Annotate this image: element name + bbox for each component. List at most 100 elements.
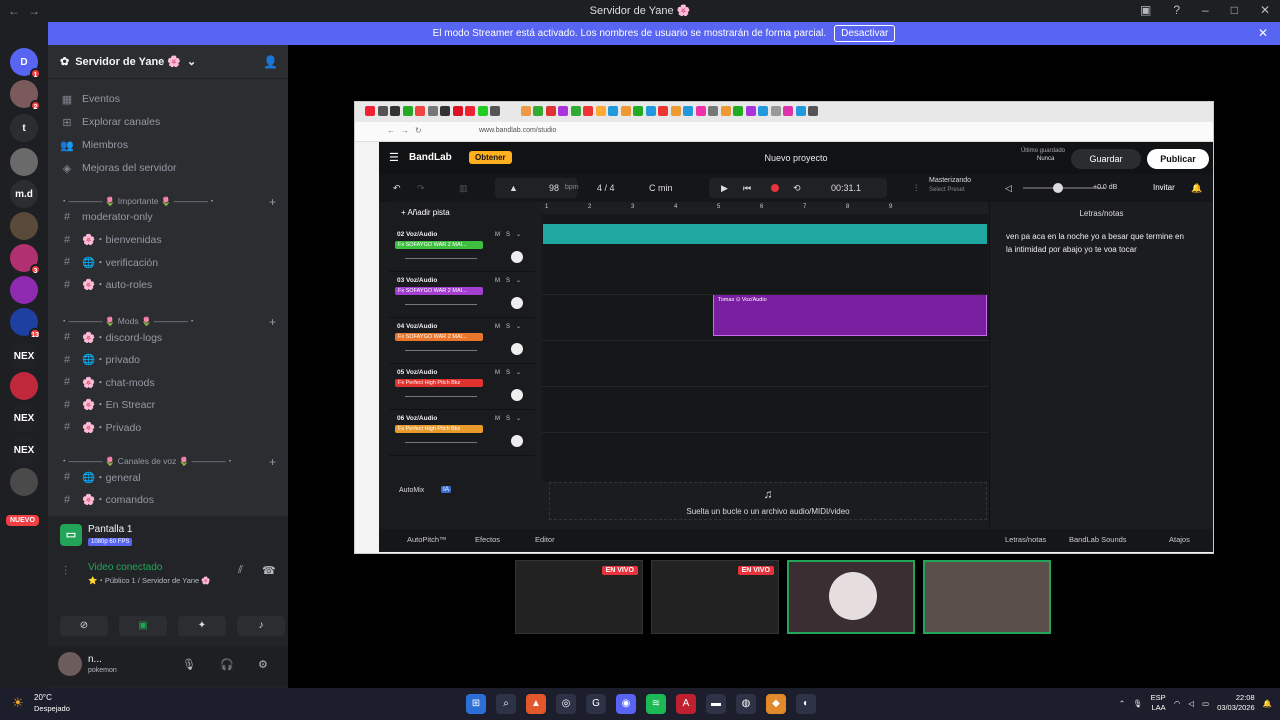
mastering-icon[interactable]: ⫶ [915, 183, 917, 194]
footer-tab[interactable]: Efectos [475, 535, 500, 544]
headphones-icon[interactable]: 🎧 [220, 658, 234, 671]
browser-tab[interactable] [695, 106, 706, 116]
browser-tab[interactable] [427, 106, 438, 116]
minimize-button[interactable]: – [1202, 3, 1209, 17]
rewind-icon[interactable]: ⏮ [743, 183, 751, 194]
spotify-icon[interactable]: ≋ [646, 694, 666, 714]
track-header[interactable]: 05 Voz/Audio Fx Perfect High Pitch Bkz MS⌄ [389, 364, 535, 410]
audio-clip[interactable] [543, 224, 987, 244]
guild-header[interactable]: ✿ Servidor de Yane 🌸 ⌄ 👤 [48, 45, 288, 79]
browser-tab[interactable] [633, 106, 643, 116]
app-icon[interactable]: G [586, 694, 606, 714]
server-icon[interactable] [10, 372, 38, 400]
lyrics-text[interactable]: ven pa aca en la noche yo a besar que te… [1006, 230, 1192, 256]
browser-tab[interactable] [490, 106, 500, 116]
app-icon[interactable]: ◆ [766, 694, 786, 714]
track-volume-slider[interactable] [405, 304, 477, 305]
app-icon[interactable]: ◎ [556, 694, 576, 714]
pan-knob[interactable] [511, 251, 523, 263]
server-icon[interactable]: 3 [10, 244, 41, 275]
mic-icon[interactable]: 🎙 [1133, 699, 1143, 708]
server-icon[interactable]: t [10, 114, 38, 142]
server-icon[interactable] [10, 276, 38, 304]
help-icon[interactable]: ? [1173, 3, 1180, 17]
mute-solo-buttons[interactable]: MS⌄ [495, 369, 527, 376]
mastering-label[interactable]: Masterizando [929, 177, 971, 184]
timeline-ruler[interactable]: 1 2 3 4 5 6 7 8 9 [542, 202, 988, 214]
close-button[interactable]: ✕ [1260, 3, 1270, 17]
browser-tab[interactable] [440, 106, 450, 116]
browser-tab[interactable] [733, 106, 743, 116]
channel-item[interactable]: # 🌸・Privado [60, 417, 280, 437]
server-icon[interactable]: NEX [10, 404, 38, 432]
browser-tab[interactable] [545, 106, 556, 116]
browser-tab[interactable] [402, 106, 413, 116]
channel-item[interactable]: # moderator-only [60, 207, 280, 227]
mute-solo-buttons[interactable]: MS⌄ [495, 415, 527, 422]
fx-badge[interactable]: Fx SOFAYGO WAR 2 MAI... [395, 287, 483, 295]
activities-button[interactable]: ✦ [178, 616, 226, 636]
footer-tab[interactable]: Letras/notas [1005, 535, 1046, 544]
browser-tab[interactable] [620, 106, 631, 116]
server-icon[interactable]: NEX [10, 436, 38, 464]
audio-clip[interactable]: Tomas ⊙ Voz/Audio [713, 294, 987, 336]
track-header[interactable]: 03 Voz/Audio Fx SOFAYGO WAR 2 MAI... MS⌄ [389, 272, 535, 318]
loop-icon[interactable]: ⟲ [793, 183, 801, 194]
preset-label[interactable]: Select Preset [929, 187, 965, 193]
notification-icon[interactable]: 🔔 [1263, 699, 1272, 708]
server-icon[interactable] [10, 212, 38, 240]
browser-tab[interactable] [390, 106, 400, 116]
window-controls[interactable]: ▣? – □ ✕ [1140, 3, 1270, 17]
track-volume-slider[interactable] [405, 442, 477, 443]
fx-badge[interactable]: Fx SOFAYGO WAR 2 MAI... [395, 333, 483, 341]
volume-icon[interactable]: ◁ [1188, 699, 1194, 708]
participant-tile[interactable] [787, 560, 915, 634]
pan-knob[interactable] [511, 297, 523, 309]
undo-icon[interactable]: ↶ [393, 183, 401, 194]
server-icon[interactable]: m.d [10, 180, 38, 208]
fx-badge[interactable]: Fx SOFAYGO WAR 2 MAI... [395, 241, 483, 249]
wifi-icon[interactable]: ◠ [1174, 699, 1181, 708]
camera-off-button[interactable]: ⊘ [60, 616, 108, 636]
channel-item[interactable]: # 🌸・En Streacr [60, 395, 280, 415]
server-icon[interactable]: 13 [10, 308, 41, 339]
track-volume-slider[interactable] [405, 258, 477, 259]
speaker-icon[interactable]: ◁ [1005, 183, 1012, 194]
browser-tab[interactable] [583, 106, 593, 116]
browser-tab[interactable] [608, 106, 618, 116]
add-track-button[interactable]: + Añadir pista [401, 208, 450, 217]
track-header[interactable]: 04 Voz/Audio Fx SOFAYGO WAR 2 MAI... MS⌄ [389, 318, 535, 364]
pan-knob[interactable] [511, 435, 523, 447]
server-icon[interactable] [10, 148, 38, 176]
channel-item[interactable]: # 🌸・chat-mods [60, 372, 280, 392]
stream-card[interactable]: ▭ Pantalla 1 1080p 60 FPS [60, 522, 290, 562]
channel-item[interactable]: # 🌸・bienvenidas [60, 230, 280, 250]
bpm-value[interactable]: 98 [549, 183, 559, 193]
server-icon[interactable]: NEX [10, 342, 38, 370]
mute-solo-buttons[interactable]: MS⌄ [495, 323, 527, 330]
app-icon[interactable]: ▬ [706, 694, 726, 714]
pan-knob[interactable] [511, 343, 523, 355]
metronome-icon[interactable]: ▲ [509, 183, 518, 193]
sidebar-item[interactable]: ◈ Mejoras del servidor [60, 158, 280, 178]
gear-icon[interactable]: ⚙ [258, 658, 268, 671]
add-member-icon[interactable]: 👤 [263, 55, 278, 69]
browser-tab[interactable] [477, 106, 488, 116]
tools-icon[interactable]: ▥ [459, 183, 468, 194]
fx-badge[interactable]: Fx Perfect High Pitch Bkz [395, 379, 483, 387]
search-icon[interactable]: ⌕ [496, 694, 516, 714]
browser-tab[interactable] [720, 106, 731, 116]
browser-tab[interactable] [745, 106, 756, 116]
browser-tab[interactable] [465, 106, 475, 116]
fx-badge[interactable]: Fx Perfect High Pitch Bkz [395, 425, 483, 433]
browser-tab[interactable] [645, 106, 656, 116]
clock[interactable]: 22:08 03/03/2026 [1217, 693, 1255, 713]
browser-tabs[interactable] [355, 102, 1213, 122]
stream-thumb[interactable]: EN VIVO [651, 560, 779, 634]
pan-knob[interactable] [511, 389, 523, 401]
soundboard-button[interactable]: ♪ [237, 616, 285, 636]
timeline-grid[interactable]: 1 2 3 4 5 6 7 8 9 Tomas ⊙ Voz/Audio [542, 202, 988, 482]
deactivate-button[interactable]: Desactivar [834, 25, 896, 42]
channel-item[interactable]: # 🌐・general [60, 467, 280, 487]
app-icon[interactable]: A [676, 694, 696, 714]
